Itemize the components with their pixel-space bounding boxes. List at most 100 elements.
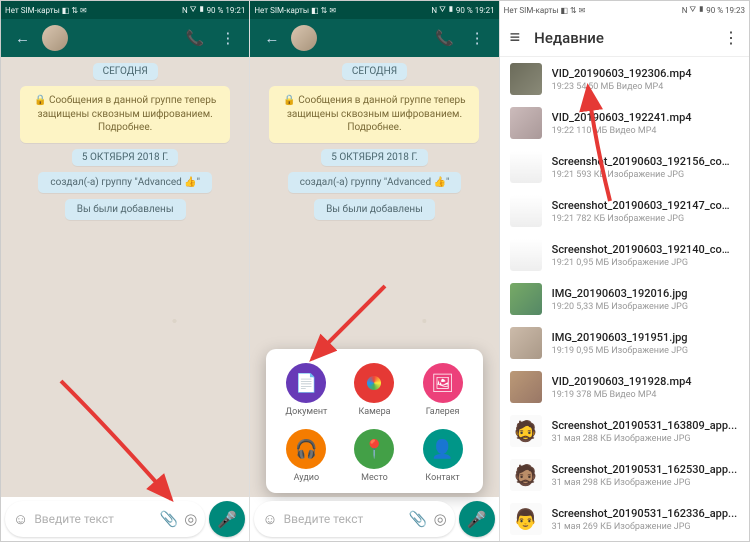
file-name: Screenshot_20190603_192156_com...	[552, 155, 739, 168]
file-thumbnail: 👨	[510, 503, 542, 535]
date-today-pill: СЕГОДНЯ	[342, 63, 407, 80]
file-row[interactable]: VID_20190603_192241.mp4 19:22 110 МБ Виде…	[500, 101, 749, 145]
menu-icon[interactable]: ⋮	[220, 29, 235, 47]
audio-icon: 🎧	[286, 429, 326, 469]
file-meta: 31 мая 269 КБ Изображение JPG	[552, 522, 739, 532]
file-meta: 31 мая 298 КБ Изображение JPG	[552, 478, 739, 488]
hamburger-icon[interactable]: ≡	[510, 27, 521, 48]
file-meta: 19:20 5,33 МБ Изображение JPG	[552, 302, 739, 312]
group-created-msg: создал(-а) группу "Advanced 👍"	[38, 172, 212, 193]
file-row[interactable]: IMG_20190603_192016.jpg 19:20 5,33 МБ Изо…	[500, 277, 749, 321]
file-meta: 19:22 110 МБ Видео MP4	[552, 126, 739, 136]
mic-button[interactable]: 🎤	[459, 501, 495, 537]
encryption-notice[interactable]: 🔒 Сообщения в данной группе теперь защищ…	[20, 86, 230, 143]
file-thumbnail	[510, 239, 542, 271]
file-meta: 19:21 0,95 МБ Изображение JPG	[552, 258, 739, 268]
file-name: IMG_20190603_192016.jpg	[552, 287, 739, 300]
you-added-msg: Вы были добавлены	[65, 199, 186, 220]
picker-title: Недавние	[534, 29, 604, 47]
file-row[interactable]: Screenshot_20190603_192156_com... 19:21 5…	[500, 145, 749, 189]
camera-icon[interactable]: ◎	[434, 510, 447, 528]
file-thumbnail	[510, 371, 542, 403]
file-name: VID_20190603_192241.mp4	[552, 111, 739, 124]
call-icon[interactable]: 📞	[186, 29, 205, 47]
attach-location[interactable]: 📍 Место	[354, 429, 394, 483]
back-icon[interactable]: ←	[15, 29, 30, 47]
gallery-icon: 🖼	[423, 363, 463, 403]
file-meta: 19:21 593 КБ Изображение JPG	[552, 170, 739, 180]
nfc-icon: N	[182, 6, 188, 15]
message-input[interactable]: ☺ Введите текст 📎 ◎	[254, 501, 454, 537]
status-bar: Нет SIM-карты ◧ ⇅ ✉ N ⛛ ▮ 90 % 19:21	[250, 1, 498, 19]
file-meta: 19:19 378 МБ Видео MP4	[552, 390, 739, 400]
input-bar: ☺ Введите текст 📎 ◎ 🎤	[5, 501, 245, 537]
file-name: Screenshot_20190531_162336_app...	[552, 507, 739, 520]
back-icon[interactable]: ←	[264, 29, 279, 47]
group-avatar[interactable]	[291, 25, 317, 51]
attach-panel: 📄 Документ Камера 🖼 Галерея 🎧 Аудио 📍 Ме…	[266, 349, 482, 493]
file-name: Screenshot_20190531_162530_app...	[552, 463, 739, 476]
attach-icon[interactable]: 📎	[160, 510, 179, 528]
file-thumbnail: 🧔🏽	[510, 459, 542, 491]
file-thumbnail	[510, 283, 542, 315]
file-thumbnail	[510, 107, 542, 139]
battery-level: 90 %	[207, 6, 224, 15]
mic-button[interactable]: 🎤	[209, 501, 245, 537]
file-row[interactable]: Screenshot_20190603_192147_com... 19:21 7…	[500, 189, 749, 233]
file-picker-header: ≡ Недавние ⋮	[500, 19, 749, 57]
file-thumbnail	[510, 151, 542, 183]
date-pill: 5 ОКТЯБРЯ 2018 Г.	[72, 149, 178, 166]
file-row[interactable]: VID_20190603_192306.mp419:23 54,50 МБ Ви…	[500, 57, 749, 101]
status-bar: Нет SIM-карты ◧ ⇅ ✉ N ⛛ ▮ 90 % 19:23	[500, 1, 749, 19]
file-row[interactable]: Screenshot_20190603_192140_com...19:21 0…	[500, 233, 749, 277]
emoji-icon[interactable]: ☺	[13, 510, 28, 528]
input-bar: ☺ Введите текст 📎 ◎ 🎤	[254, 501, 494, 537]
attach-audio[interactable]: 🎧 Аудио	[286, 429, 326, 483]
file-picker-screen: Нет SIM-карты ◧ ⇅ ✉ N ⛛ ▮ 90 % 19:23 ≡ Н…	[500, 1, 749, 541]
attach-contact[interactable]: 👤 Контакт	[423, 429, 463, 483]
chat-header: ← 📞 ⋮	[250, 19, 498, 57]
file-row[interactable]: 🧔 Screenshot_20190531_163809_app... 31 мая…	[500, 409, 749, 453]
file-thumbnail	[510, 195, 542, 227]
file-name: Screenshot_20190531_163809_app...	[552, 419, 739, 432]
placeholder-text: Введите текст	[34, 512, 153, 526]
attach-icon[interactable]: 📎	[409, 510, 428, 528]
encryption-notice[interactable]: 🔒 Сообщения в данной группе теперь защищ…	[269, 86, 479, 143]
whatsapp-attach-screen: Нет SIM-карты ◧ ⇅ ✉ N ⛛ ▮ 90 % 19:21 ← 📞…	[250, 1, 499, 541]
menu-icon[interactable]: ⋮	[470, 29, 485, 47]
group-created-msg: создал(-а) группу "Advanced 👍"	[288, 172, 462, 193]
date-pill: 5 ОКТЯБРЯ 2018 Г.	[321, 149, 427, 166]
date-today-pill: СЕГОДНЯ	[93, 63, 158, 80]
file-row[interactable]: VID_20190603_191928.mp4 19:19 378 МБ Виде…	[500, 365, 749, 409]
chat-body: СЕГОДНЯ 🔒 Сообщения в данной группе тепе…	[1, 57, 249, 497]
call-icon[interactable]: 📞	[435, 29, 454, 47]
file-thumbnail: 🧔	[510, 415, 542, 447]
file-name: VID_20190603_191928.mp4	[552, 375, 739, 388]
attach-gallery[interactable]: 🖼 Галерея	[423, 363, 463, 417]
document-icon: 📄	[286, 363, 326, 403]
file-meta: 31 мая 288 КБ Изображение JPG	[552, 434, 739, 444]
file-row[interactable]: IMG_20190603_191951.jpg 19:19 0,95 МБ Изо…	[500, 321, 749, 365]
emoji-icon[interactable]: ☺	[262, 510, 277, 528]
status-bar: Нет SIM-карты ◧ ⇅ ✉ N ⛛ ▮ 90 % 19:21	[1, 1, 249, 19]
sim-status: Нет SIM-карты	[5, 6, 60, 15]
file-meta: 19:21 782 КБ Изображение JPG	[552, 214, 739, 224]
message-input[interactable]: ☺ Введите текст 📎 ◎	[5, 501, 205, 537]
file-row[interactable]: 👨 Screenshot_20190531_162336_app... 31 мая…	[500, 497, 749, 541]
file-row[interactable]: 🧔🏽 Screenshot_20190531_162530_app... 31 ма…	[500, 453, 749, 497]
camera-icon	[354, 363, 394, 403]
placeholder-text: Введите текст	[284, 512, 403, 526]
file-name: Screenshot_20190603_192147_com...	[552, 199, 739, 212]
attach-document[interactable]: 📄 Документ	[285, 363, 327, 417]
group-avatar[interactable]	[42, 25, 68, 51]
attach-camera[interactable]: Камера	[354, 363, 394, 417]
file-list[interactable]: VID_20190603_192306.mp419:23 54,50 МБ Ви…	[500, 57, 749, 541]
file-meta: 19:19 0,95 МБ Изображение JPG	[552, 346, 739, 356]
file-thumbnail	[510, 63, 542, 95]
camera-icon[interactable]: ◎	[184, 510, 197, 528]
menu-icon[interactable]: ⋮	[723, 28, 739, 47]
whatsapp-chat-screen: Нет SIM-карты ◧ ⇅ ✉ N ⛛ ▮ 90 % 19:21 ← 📞…	[1, 1, 250, 541]
contact-icon: 👤	[423, 429, 463, 469]
file-name: IMG_20190603_191951.jpg	[552, 331, 739, 344]
chat-header: ← 📞 ⋮	[1, 19, 249, 57]
